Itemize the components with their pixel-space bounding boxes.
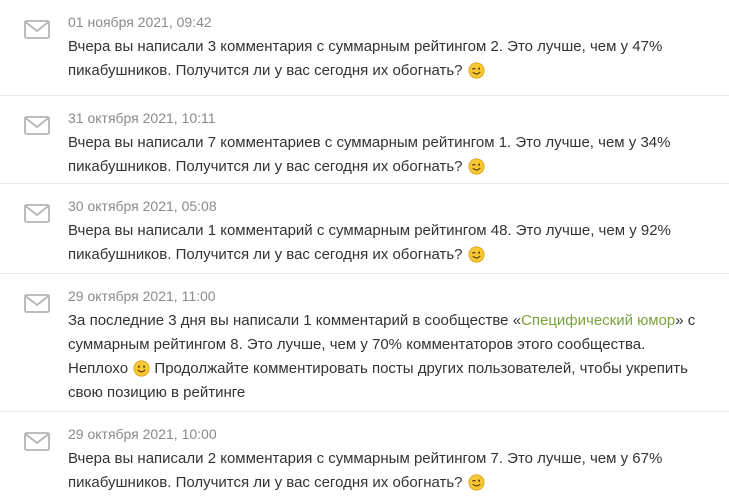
community-link[interactable]: Специфический юмор — [521, 312, 675, 329]
notification-item: 31 октября 2021, 10:11 Вчера вы написали… — [0, 96, 729, 184]
notification-date: 29 октября 2021, 11:00 — [68, 288, 216, 304]
wink-emoji-icon — [468, 158, 485, 175]
notification-item: 29 октября 2021, 10:00 Вчера вы написали… — [0, 412, 729, 502]
wink-emoji-icon — [468, 474, 485, 491]
notification-date: 31 октября 2021, 10:11 — [68, 110, 216, 126]
envelope-icon — [24, 294, 50, 313]
notification-text-line: Продолжайте комментировать посты других … — [154, 360, 688, 377]
notification-text-line: суммарным рейтингом 8. Это лучше, чем у … — [68, 336, 646, 353]
notification-text-line: Неплохо — [68, 360, 129, 377]
notification-text-line: пикабушников. Получится ли у вас сегодня… — [68, 246, 463, 263]
notification-text-line: пикабушников. Получится ли у вас сегодня… — [68, 62, 463, 79]
notification-text-line: свою позицию в рейтинге — [68, 384, 246, 401]
notifications-feed: 01 ноября 2021, 09:42 Вчера вы написали … — [0, 0, 729, 502]
notification-text: За последние 3 дня вы написали 1 коммент… — [68, 309, 709, 405]
quote-open: « — [512, 312, 522, 329]
notification-date: 30 октября 2021, 05:08 — [68, 198, 217, 214]
envelope-icon — [24, 116, 50, 135]
notification-text-line: Вчера вы написали 7 комментариев с сумма… — [68, 134, 671, 151]
envelope-icon — [24, 432, 50, 451]
notification-date: 29 октября 2021, 10:00 — [68, 426, 217, 442]
notification-text-line: Вчера вы написали 2 комментария с суммар… — [68, 450, 663, 467]
envelope-icon — [24, 20, 50, 39]
notification-text: Вчера вы написали 1 комментарий с суммар… — [68, 219, 709, 267]
notification-text-line: Вчера вы написали 3 комментария с суммар… — [68, 38, 663, 55]
notification-text: Вчера вы написали 3 комментария с суммар… — [68, 35, 709, 83]
notification-text: Вчера вы написали 2 комментария с суммар… — [68, 447, 709, 495]
notification-text-line: пикабушников. Получится ли у вас сегодня… — [68, 158, 463, 175]
envelope-icon — [24, 204, 50, 223]
wink-emoji-icon — [468, 62, 485, 79]
notification-text-line: Вчера вы написали 1 комментарий с суммар… — [68, 222, 671, 239]
notification-text-line: с — [687, 312, 696, 329]
notification-item: 29 октября 2021, 11:00 За последние 3 дн… — [0, 274, 729, 412]
wink-emoji-icon — [468, 246, 485, 263]
notification-text: Вчера вы написали 7 комментариев с сумма… — [68, 131, 709, 179]
notification-item: 01 ноября 2021, 09:42 Вчера вы написали … — [0, 0, 729, 96]
notification-text-line: пикабушников. Получится ли у вас сегодня… — [68, 474, 463, 491]
notification-item: 30 октября 2021, 05:08 Вчера вы написали… — [0, 184, 729, 274]
smile-emoji-icon — [133, 360, 150, 377]
notification-text-line: За последние 3 дня вы написали 1 коммент… — [68, 312, 509, 329]
quote-close: » — [675, 312, 684, 329]
notification-date: 01 ноября 2021, 09:42 — [68, 14, 212, 30]
